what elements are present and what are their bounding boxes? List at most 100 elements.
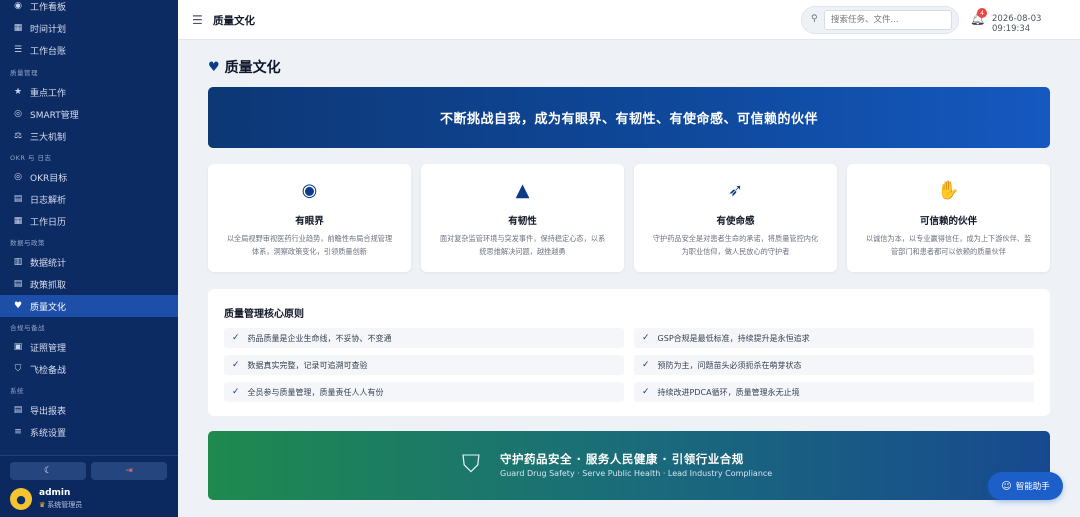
user-profile[interactable]: ● admin ♛ 系统管理员	[10, 488, 82, 510]
sidebar-item-license[interactable]: ▣ 证照管理	[0, 336, 178, 358]
user-name: admin	[39, 488, 71, 498]
sidebar-item-label: 导出报表	[30, 406, 67, 417]
sidebar-item-label: 系统设置	[30, 428, 67, 439]
mission-banner: ⛉ 守护药品安全 · 服务人民健康 · 引领行业合规 Guard Drug Sa…	[208, 431, 1050, 500]
sidebar-item-inspection[interactable]: ⛉ 飞检备战	[0, 358, 178, 380]
theme-toggle-button[interactable]: ☾	[10, 462, 86, 480]
sidebar-item-ledger[interactable]: ☰ 工作台账	[0, 39, 178, 61]
card-description: 面对复杂监管环境与突发事件，保持稳定心态，以系统思维解决问题，越挫越勇	[439, 234, 606, 256]
id-card-icon: ▣	[13, 342, 23, 352]
check-icon: ✓	[232, 387, 240, 397]
check-icon: ✓	[642, 333, 650, 343]
menu-icon[interactable]: ☰	[192, 13, 203, 27]
shield-icon: ⛉	[14, 364, 22, 374]
sidebar-item-label: 工作日历	[30, 217, 67, 228]
card-description: 守护药品安全是对患者生命的承诺，将质量管控内化为职业信仰，做人民放心的守护者	[652, 234, 819, 256]
mission-text: 守护药品安全 · 服务人民健康 · 引领行业合规	[500, 452, 744, 466]
check-icon: ✓	[232, 333, 240, 343]
user-role: ♛ 系统管理员	[39, 501, 83, 509]
target-icon: ◎	[14, 109, 22, 119]
value-card-mission: ➶ 有使命感 守护药品安全是对患者生命的承诺，将质量管控内化为职业信仰，做人民放…	[634, 164, 837, 272]
sidebar-section-compliance: 合规与备战	[10, 324, 45, 332]
check-icon: ✓	[642, 360, 650, 370]
sidebar-item-label: 政策抓取	[30, 280, 67, 291]
slogan-banner: 不断挑战自我，成为有眼界、有韧性、有使命感、可信赖的伙伴	[208, 87, 1050, 148]
value-card-resilience: ▲ 有韧性 面对复杂监管环境与突发事件，保持稳定心态，以系统思维解决问题，越挫越…	[421, 164, 624, 272]
robot-icon: ☺	[1001, 480, 1012, 492]
bar-chart-icon: ▥	[13, 257, 23, 267]
sidebar-footer: ☾ ⇥ ● admin ♛ 系统管理员	[0, 455, 178, 517]
calendar-icon: ▦	[13, 216, 23, 226]
sidebar-item-log-parse[interactable]: ▤ 日志解析	[0, 188, 178, 210]
sidebar-item-label: OKR目标	[30, 173, 68, 184]
newspaper-icon: ▤	[13, 279, 23, 289]
sidebar-item-label: 质量文化	[30, 302, 67, 313]
principles-panel: 质量管理核心原则 ✓ 药品质量是企业生命线，不妥协、不变通 ✓ GSP合规是最低标准…	[208, 289, 1050, 416]
sidebar-item-smart[interactable]: ◎ SMART管理	[0, 103, 178, 125]
search-box: ⚲	[801, 6, 959, 34]
principle-item: ✓ GSP合规是最低标准，持续提升是永恒追求	[634, 328, 1034, 348]
value-card-vision: ◉ 有眼界 以全局视野审视医药行业趋势，前瞻性布局合规管理体系，洞察政策变化，引…	[208, 164, 411, 272]
sidebar-item-mechanisms[interactable]: ⚖ 三大机制	[0, 125, 178, 147]
sidebar-section-quality: 质量管理	[10, 69, 38, 77]
logout-icon: ⇥	[125, 466, 133, 476]
eye-icon: ◉	[301, 180, 318, 201]
principle-item: ✓ 全员参与质量管理，质量责任人人有份	[224, 382, 624, 402]
moon-icon: ☾	[43, 466, 53, 476]
document-icon: ▤	[13, 194, 23, 204]
search-icon: ⚲	[811, 14, 818, 24]
ai-assistant-button[interactable]: ☺ 智能助手	[988, 472, 1063, 500]
card-title: 可信赖的伙伴	[919, 216, 977, 227]
rocket-icon: ➶	[727, 180, 744, 201]
shield-icon: ⛉	[462, 450, 480, 478]
sidebar-item-policy[interactable]: ▤ 政策抓取	[0, 273, 178, 295]
sidebar-item-key-work[interactable]: ★ 重点工作	[0, 81, 178, 103]
sidebar: ◉ 工作看板 ▦ 时间计划 ☰ 工作台账 质量管理 ★ 重点工作 ◎ SMART…	[0, 0, 178, 517]
sidebar-item-label: 三大机制	[30, 132, 67, 143]
principle-item: ✓ 持续改进PDCA循环，质量管理永无止境	[634, 382, 1034, 402]
avatar: ●	[10, 488, 32, 510]
sidebar-item-export[interactable]: ▤ 导出报表	[0, 399, 178, 421]
card-title: 有韧性	[508, 216, 537, 227]
sidebar-item-okr[interactable]: ◎ OKR目标	[0, 166, 178, 188]
sidebar-item-label: 证照管理	[30, 343, 67, 354]
sidebar-item-schedule[interactable]: ▦ 时间计划	[0, 17, 178, 39]
heart-icon: ♥	[13, 301, 23, 311]
value-card-trust: ✋ 可信赖的伙伴 以诚信为本，以专业赢得信任，成为上下游伙伴、监管部门和患者都可…	[847, 164, 1050, 272]
sidebar-section-data: 数据与政策	[10, 239, 45, 247]
scale-icon: ⚖	[13, 131, 23, 141]
search-input[interactable]	[824, 10, 952, 30]
handshake-icon: ✋	[937, 180, 960, 201]
dashboard-icon: ◉	[14, 1, 22, 11]
list-icon: ☰	[13, 45, 23, 55]
check-icon: ✓	[232, 360, 240, 370]
page-title: ♥ 质量文化	[208, 59, 281, 77]
principles-title: 质量管理核心原则	[224, 309, 304, 320]
card-description: 以诚信为本，以专业赢得信任，成为上下游伙伴、监管部门和患者都可以依赖的质量伙伴	[865, 234, 1032, 256]
sidebar-item-quality-culture[interactable]: ♥ 质量文化	[0, 295, 178, 317]
sliders-icon: ≡	[14, 427, 22, 437]
sidebar-item-label: 工作看板	[30, 2, 67, 13]
banner-text: 不断挑战自我，成为有眼界、有韧性、有使命感、可信赖的伙伴	[439, 112, 818, 127]
header-title: 质量文化	[213, 15, 255, 27]
notification-badge: 4	[977, 8, 987, 18]
crosshair-icon: ◎	[14, 172, 22, 182]
card-description: 以全局视野审视医药行业趋势，前瞻性布局合规管理体系，洞察政策变化，引领质量创新	[226, 234, 393, 256]
sidebar-item-label: 工作台账	[30, 46, 67, 57]
check-icon: ✓	[642, 387, 650, 397]
sidebar-item-dashboard[interactable]: ◉ 工作看板	[0, 0, 178, 17]
card-title: 有眼界	[295, 216, 324, 227]
sidebar-item-label: SMART管理	[30, 110, 79, 121]
calendar-icon: ▦	[13, 23, 23, 33]
mission-subtext: Guard Drug Safety · Serve Public Health …	[500, 469, 773, 478]
mountain-icon: ▲	[515, 180, 530, 201]
sidebar-item-settings[interactable]: ≡ 系统设置	[0, 421, 178, 443]
sidebar-item-statistics[interactable]: ▥ 数据统计	[0, 251, 178, 273]
principle-item: ✓ 预防为主，问题苗头必须扼杀在萌芽状态	[634, 355, 1034, 375]
sidebar-item-work-calendar[interactable]: ▦ 工作日历	[0, 210, 178, 232]
user-icon: ●	[16, 492, 26, 506]
logout-button[interactable]: ⇥	[91, 462, 167, 480]
star-icon: ★	[13, 87, 23, 97]
principle-item: ✓ 药品质量是企业生命线，不妥协、不变通	[224, 328, 624, 348]
export-icon: ▤	[13, 405, 23, 415]
